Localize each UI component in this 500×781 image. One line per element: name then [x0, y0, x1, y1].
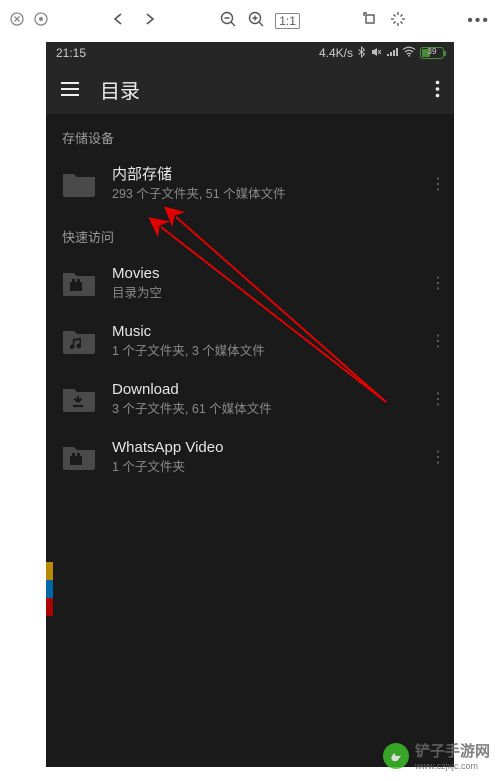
item-text: 内部存储293 个子文件夹, 51 个媒体文件: [112, 165, 414, 203]
content-list: 存储设备内部存储293 个子文件夹, 51 个媒体文件⋮快速访问Movies目录…: [46, 114, 454, 486]
watermark: 铲子手游网 www.czjxjc.com: [383, 740, 490, 771]
folder-icon: [60, 167, 98, 201]
watermark-url: www.czjxjc.com: [415, 761, 490, 771]
more-icon[interactable]: •••: [467, 12, 490, 30]
mute-icon: [370, 46, 382, 61]
music-folder-icon: [60, 324, 98, 358]
back-icon[interactable]: [109, 11, 129, 32]
status-net-speed: 4.4K/s: [319, 46, 353, 60]
app-bar: 目录: [46, 64, 454, 114]
close-icon[interactable]: [10, 12, 24, 31]
bluetooth-icon: [357, 46, 366, 61]
item-text: Movies目录为空: [112, 264, 414, 302]
list-item[interactable]: Music1 个子文件夹, 3 个媒体文件 ⋮: [46, 312, 454, 370]
item-title: Download: [112, 380, 414, 400]
status-time: 21:15: [56, 46, 86, 60]
item-title: Music: [112, 322, 414, 342]
zoom-out-icon[interactable]: [219, 10, 237, 33]
list-item[interactable]: Movies目录为空 ⋮: [46, 254, 454, 312]
kebab-icon[interactable]: [435, 80, 440, 98]
item-kebab-icon[interactable]: ⋮: [428, 447, 448, 467]
item-subtitle: 目录为空: [112, 285, 414, 303]
item-kebab-icon[interactable]: ⋮: [428, 331, 448, 351]
stop-icon[interactable]: [34, 12, 48, 31]
item-title: 内部存储: [112, 165, 414, 185]
item-text: WhatsApp Video1 个子文件夹: [112, 438, 414, 476]
wifi-icon: [402, 46, 416, 60]
list-item[interactable]: Download3 个子文件夹, 61 个媒体文件 ⋮: [46, 370, 454, 428]
item-subtitle: 1 个子文件夹, 3 个媒体文件: [112, 343, 414, 361]
browser-toolbar: 1:1 •••: [0, 0, 500, 42]
watermark-logo-icon: [383, 743, 409, 769]
list-item[interactable]: 内部存储293 个子文件夹, 51 个媒体文件 ⋮: [46, 155, 454, 213]
watermark-text: 铲子手游网: [415, 740, 490, 761]
item-title: WhatsApp Video: [112, 438, 414, 458]
forward-icon[interactable]: [139, 11, 159, 32]
hamburger-icon[interactable]: [60, 81, 80, 97]
item-subtitle: 293 个子文件夹, 51 个媒体文件: [112, 186, 414, 204]
signal-icon: [386, 46, 398, 60]
item-text: Music1 个子文件夹, 3 个媒体文件: [112, 322, 414, 360]
list-item[interactable]: WhatsApp Video1 个子文件夹 ⋮: [46, 428, 454, 486]
phone-screen: 21:15 4.4K/s 39 目录 存储设备内部存储293 个子文件夹, 51…: [46, 42, 454, 767]
edge-color-strip: [46, 562, 53, 616]
download-folder-icon: [60, 382, 98, 416]
section-header: 存储设备: [46, 114, 454, 155]
item-subtitle: 3 个子文件夹, 61 个媒体文件: [112, 401, 414, 419]
battery-icon: 39: [420, 47, 444, 59]
actual-size-icon[interactable]: 1:1: [275, 13, 300, 29]
status-bar: 21:15 4.4K/s 39: [46, 42, 454, 64]
app-title: 目录: [100, 75, 140, 104]
item-kebab-icon[interactable]: ⋮: [428, 174, 448, 194]
zoom-in-icon[interactable]: [247, 10, 265, 33]
item-kebab-icon[interactable]: ⋮: [428, 389, 448, 409]
video-folder-icon: [60, 266, 98, 300]
item-text: Download3 个子文件夹, 61 个媒体文件: [112, 380, 414, 418]
item-kebab-icon[interactable]: ⋮: [428, 273, 448, 293]
wand-icon[interactable]: [389, 10, 407, 33]
video-folder-icon: [60, 440, 98, 474]
rotate-icon[interactable]: [361, 10, 379, 33]
section-header: 快速访问: [46, 213, 454, 254]
item-subtitle: 1 个子文件夹: [112, 459, 414, 477]
item-title: Movies: [112, 264, 414, 284]
